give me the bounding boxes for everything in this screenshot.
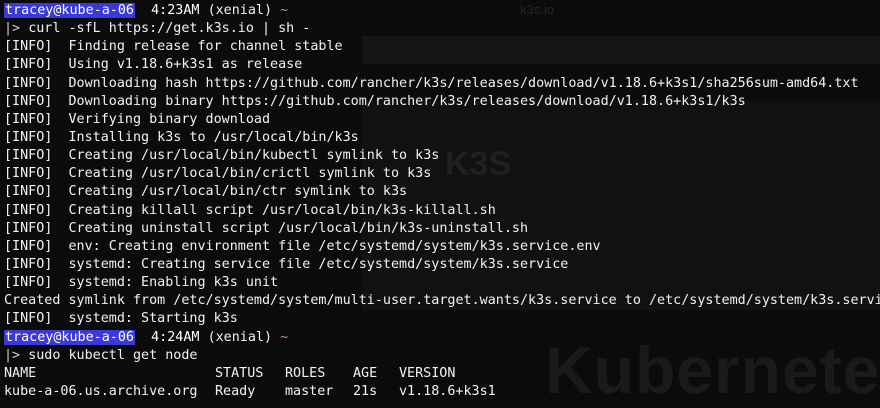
header-status: STATUS [215,365,264,381]
prompt-line: tracey@kube-a-06 4:23AM (xenial) ~ [4,2,880,20]
table-row: kube-a-06.us.archive.org Ready master 21… [4,383,880,401]
input-marker-icon: |> [4,21,21,37]
command-line[interactable]: |> sudo kubectl get node [4,347,880,365]
node-status: Ready [215,383,256,399]
log-line: Created symlink from /etc/systemd/system… [4,293,880,309]
log-line: [INFO] systemd: Starting k3s [4,311,238,327]
node-name: kube-a-06.us.archive.org [4,383,198,399]
header-name: NAME [4,365,37,381]
input-marker-icon: |> [4,347,21,363]
log-line: [INFO] Verifying binary download [4,111,271,127]
prompt-tilde: ~ [280,3,289,18]
prompt-tilde: ~ [280,329,289,345]
log-line: [INFO] Downloading hash https://github.c… [4,75,859,91]
log-line: [INFO] Downloading binary https://github… [4,93,746,109]
log-line: [INFO] Creating /usr/local/bin/crictl sy… [4,166,432,182]
terminal-window[interactable]: tracey@kube-a-06 4:23AM (xenial) ~ |> cu… [0,0,880,400]
prompt-shell: (xenial) [207,3,273,18]
prompt-user-host: tracey@kube-a-06 [4,3,135,18]
command-text: curl -sfL https://get.k3s.io | sh - [28,21,311,37]
prompt-user-host: tracey@kube-a-06 [4,329,135,345]
prompt-time: 4:24AM [151,329,200,345]
log-line: [INFO] Creating uninstall script /usr/lo… [4,220,529,236]
log-line: [INFO] Creating killall script /usr/loca… [4,202,496,218]
node-table-header: NAME STATUS ROLES AGE VERSION [4,365,880,383]
log-line: [INFO] Creating /usr/local/bin/kubectl s… [4,148,440,164]
header-version: VERSION [399,365,456,381]
node-version: v1.18.6+k3s1 [399,383,496,399]
log-line: [INFO] Creating /usr/local/bin/ctr symli… [4,184,408,200]
log-line: [INFO] Using v1.18.6+k3s1 as release [4,57,303,73]
header-roles: ROLES [285,365,326,381]
log-line: [INFO] env: Creating environment file /e… [4,238,601,254]
command-line[interactable]: |> curl -sfL https://get.k3s.io | sh - [4,20,880,38]
log-line: [INFO] systemd: Creating service file /e… [4,256,569,272]
prompt-line: tracey@kube-a-06 4:24AM (xenial) ~ [4,329,880,347]
command-text: sudo kubectl get node [28,347,198,363]
node-age: 21s [353,383,378,399]
prompt-shell: (xenial) [207,329,273,345]
log-line: [INFO] systemd: Enabling k3s unit [4,275,279,291]
log-line: [INFO] Installing k3s to /usr/local/bin/… [4,129,359,145]
header-age: AGE [353,365,378,381]
node-roles: master [285,383,334,399]
log-line: [INFO] Finding release for channel stabl… [4,39,343,55]
prompt-time: 4:23AM [151,3,200,18]
